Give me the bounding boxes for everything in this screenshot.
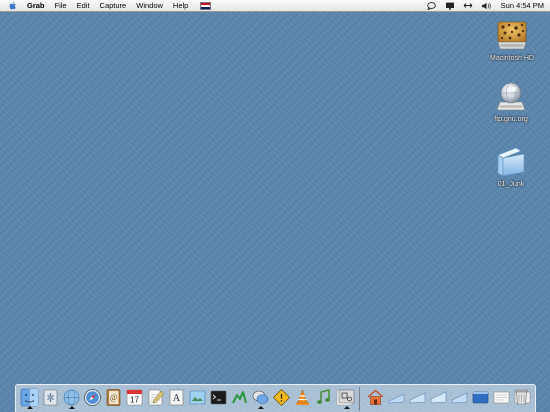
desktop-icon-label: ftp.gnu.org — [494, 116, 528, 123]
menu-capture[interactable]: Capture — [100, 1, 127, 10]
dock-vlc[interactable] — [293, 388, 312, 409]
dock-minimized-window-3[interactable] — [429, 388, 448, 409]
road-sign-icon — [273, 389, 290, 406]
terminal-icon — [210, 390, 227, 405]
menu-edit[interactable]: Edit — [77, 1, 90, 10]
home-folder-icon — [367, 389, 384, 405]
dock-preview[interactable] — [188, 388, 207, 409]
menu-bar: Grab File Edit Capture Window Help Sun 4… — [0, 0, 550, 12]
input-menu-flag-icon[interactable] — [200, 1, 212, 10]
desktop-icon-01-junk[interactable]: 01_Junk — [481, 145, 541, 188]
ical-icon: 17 — [126, 389, 143, 406]
dock: @ 17 A — [15, 384, 536, 412]
dock-terminal[interactable] — [209, 388, 228, 409]
dock-screen-window[interactable] — [471, 388, 490, 409]
desktop-icon-ftp-gnu-org[interactable]: ftp.gnu.org — [481, 80, 541, 123]
grab-icon — [338, 389, 355, 404]
volume-icon[interactable] — [481, 1, 491, 10]
menu-app-grab[interactable]: Grab — [27, 1, 45, 10]
svg-text:A: A — [173, 393, 181, 404]
ichat-status-icon[interactable] — [427, 1, 437, 10]
network-arrows-icon[interactable] — [463, 1, 473, 10]
network-utility-icon — [63, 389, 80, 406]
preview-icon — [189, 390, 206, 405]
network-volume-icon — [494, 80, 528, 114]
desktop-icon-label: 01_Junk — [497, 181, 525, 188]
dock-itunes[interactable] — [314, 388, 333, 409]
svg-text:@: @ — [110, 393, 117, 402]
menubar-clock[interactable]: Sun 4:54 PM — [501, 1, 544, 10]
minimized-window-icon — [388, 393, 405, 404]
screen-icon — [472, 391, 489, 404]
dock-minimized-window-1[interactable] — [387, 388, 406, 409]
finder-icon — [20, 388, 39, 407]
dock-address-book[interactable]: @ — [104, 388, 123, 409]
dock-network-utility[interactable] — [62, 388, 81, 409]
running-indicator-icon — [69, 406, 75, 409]
textedit-icon — [148, 389, 165, 406]
minimized-window-icon — [430, 391, 447, 404]
ichat-icon — [252, 390, 269, 404]
running-indicator-icon — [258, 406, 264, 409]
dock-home-folder[interactable] — [366, 388, 385, 409]
running-indicator-icon — [27, 406, 33, 409]
dock-ical[interactable]: 17 — [125, 388, 144, 409]
ical-date: 17 — [130, 396, 139, 405]
menu-file[interactable]: File — [55, 1, 67, 10]
trash-icon — [515, 389, 528, 405]
dock-caution-app[interactable] — [272, 388, 291, 409]
itunes-icon — [317, 389, 330, 404]
address-book-icon: @ — [106, 389, 121, 406]
font-book-icon: A — [169, 389, 184, 406]
displays-icon[interactable] — [445, 1, 455, 10]
minimized-window-icon — [451, 392, 468, 404]
dock-minimized-window-4[interactable] — [450, 388, 469, 409]
folder-icon — [494, 145, 528, 179]
dock-system-preferences[interactable] — [41, 388, 60, 409]
hard-drive-icon — [495, 19, 529, 53]
dock-safari[interactable] — [83, 388, 102, 409]
dock-minimized-window-2[interactable] — [408, 388, 427, 409]
activity-monitor-icon — [232, 391, 247, 404]
system-preferences-icon — [43, 389, 58, 406]
dock-font-book[interactable]: A — [167, 388, 186, 409]
dock-ichat[interactable] — [251, 388, 270, 409]
vlc-icon — [296, 389, 309, 405]
running-indicator-icon — [344, 406, 350, 409]
desktop-icon-macintosh-hd[interactable]: Macintosh HD — [482, 19, 542, 62]
dock-grab-tile[interactable] — [337, 387, 356, 409]
dock-textedit[interactable] — [146, 388, 165, 409]
menu-window[interactable]: Window — [136, 1, 163, 10]
dock-trash[interactable] — [512, 387, 531, 408]
dock-document-1[interactable] — [492, 388, 511, 409]
dock-finder[interactable] — [20, 388, 39, 409]
menu-help[interactable]: Help — [173, 1, 188, 10]
minimized-window-icon — [409, 392, 426, 404]
dock-activity-monitor[interactable] — [230, 388, 249, 409]
desktop-icon-label: Macintosh HD — [490, 55, 534, 62]
safari-icon — [84, 389, 101, 406]
dock-separator — [359, 387, 360, 411]
document-icon — [493, 391, 510, 404]
apple-menu-icon[interactable] — [9, 1, 19, 10]
